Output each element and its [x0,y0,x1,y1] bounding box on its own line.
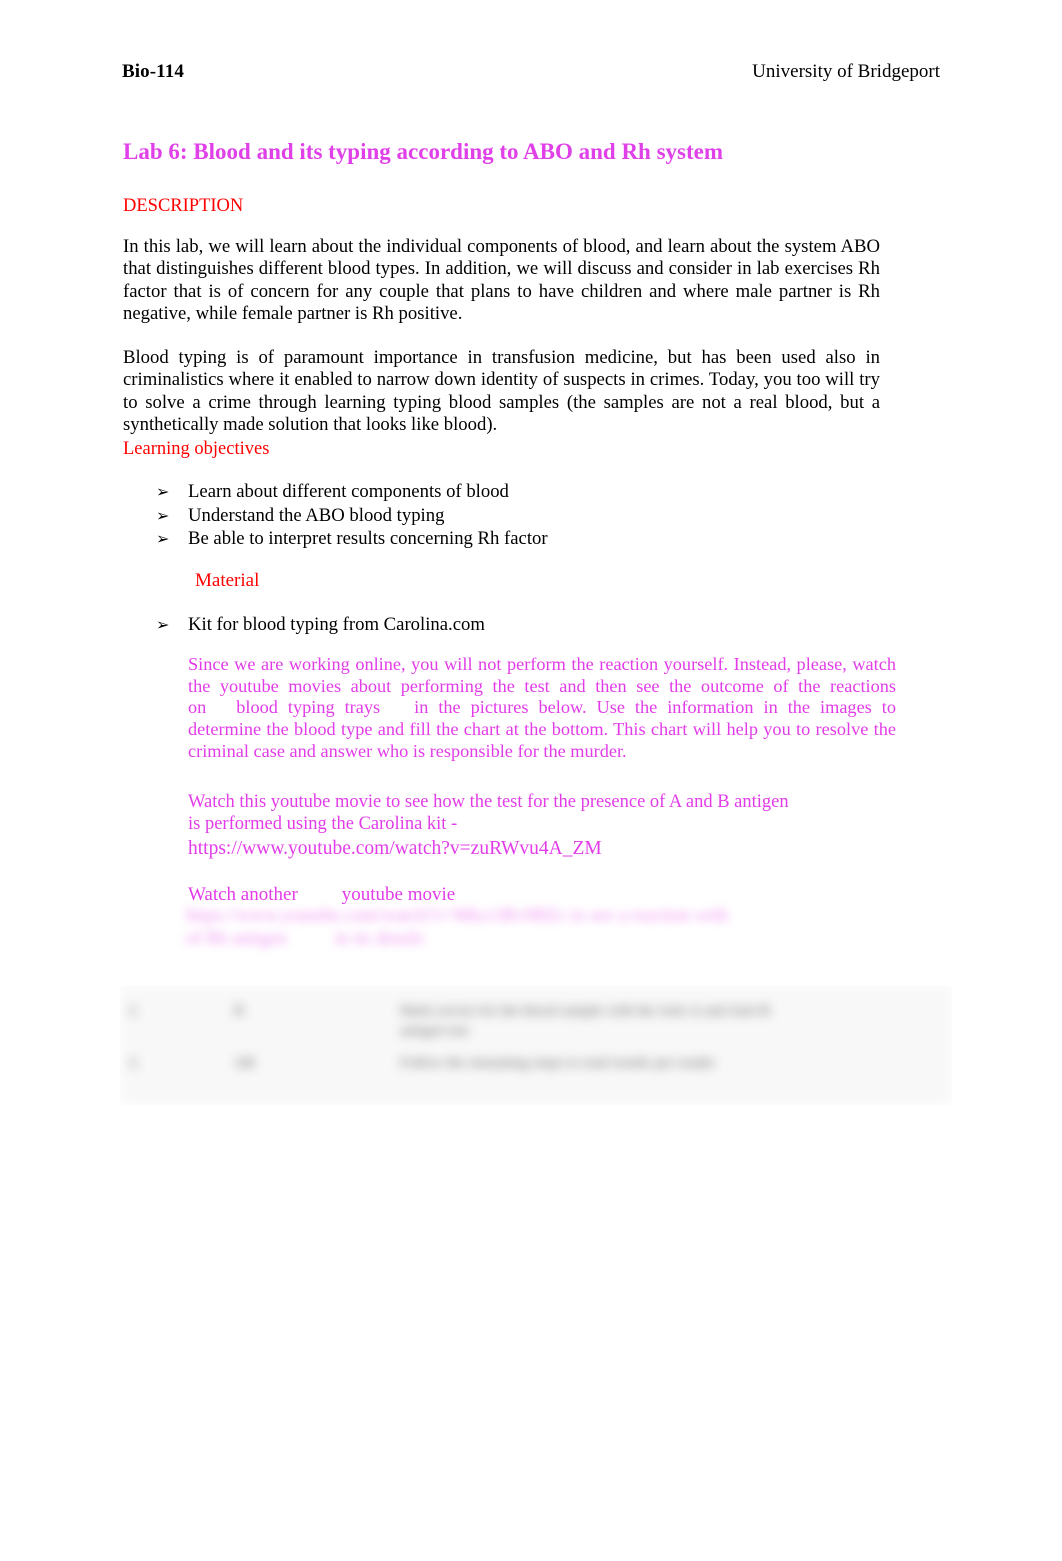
learning-objectives-list: ➢ Learn about different components of bl… [156,481,856,552]
blurred-table-region: 2. B Mark yes/no for the blood sample wi… [120,985,952,1105]
youtube-note-2-suffix: youtube movie [341,884,456,905]
list-item: ➢ Be able to interpret results concernin… [156,528,856,552]
list-item: ➢ Kit for blood typing from Carolina.com [156,614,901,638]
institution-name: University of Bridgeport [752,61,940,82]
arrow-bullet-icon: ➢ [156,531,170,549]
description-paragraph-2: Blood typing is of paramount importance … [123,346,880,436]
instruction-emphasis: blood typing trays [236,697,381,718]
table-cell-index: 2. [128,1003,140,1019]
list-item-label: Be able to interpret results concerning … [188,528,548,550]
table-cell-description-line-2: antigen test [400,1023,469,1039]
document-header: Bio-114 University of Bridgeport [122,60,940,84]
table-cell-description: Mark yes/no for the blood sample with th… [392,985,928,1047]
table-cell-description: Follow the remaining steps to read resul… [400,1055,715,1071]
blurred-link-line-2-text: of Rh antigen [186,929,287,949]
arrow-bullet-icon: ➢ [156,484,170,501]
blurred-link-line-2-tail: in its details [334,929,425,949]
arrow-bullet-icon: ➢ [156,617,170,634]
online-instruction-paragraph: Since we are working online, you will no… [188,654,896,762]
blurred-link-block[interactable]: https://www.youtube.com/watch?v=Mkcr3Rv9… [186,905,846,951]
youtube-note-1-line-1: Watch this youtube movie to see how the … [188,792,789,812]
youtube-note-1-line-2: is performed using the Carolina kit - [188,814,458,835]
blurred-link-line-1[interactable]: https://www.youtube.com/watch?v=Mkcr3Rv9… [186,906,728,926]
table-cell-index: 3. [128,1055,140,1071]
list-item-label: Understand the ABO blood typing [188,504,445,526]
youtube-note-1: Watch this youtube movie to see how the … [188,791,888,862]
youtube-link-1[interactable]: https://www.youtube.com/watch?v=zuRWvu4A… [188,836,888,862]
description-paragraph-1: In this lab, we will learn about the ind… [123,235,880,325]
blurred-table: 2. B Mark yes/no for the blood sample wi… [120,985,952,1105]
table-row: 3. AB Follow the remaining steps to read… [120,1047,952,1079]
list-item: ➢ Understand the ABO blood typing [156,505,856,529]
blurred-link-line-2[interactable]: of Rh antigen in its details [186,928,846,951]
table-cell-type: B [234,1003,245,1019]
table-cell-type: AB [234,1055,255,1071]
youtube-note-2: Watch another youtube movie [188,883,888,906]
material-list: ➢ Kit for blood typing from Carolina.com [156,614,901,638]
list-item: ➢ Learn about different components of bl… [156,481,856,505]
table-cell-points: 5 [928,985,952,1047]
table-cell-description-line-1: Mark yes/no for the blood sample with th… [400,1003,770,1019]
page-title: Lab 6: Blood and its typing according to… [123,139,724,165]
document-page: Bio-114 University of Bridgeport Lab 6: … [0,0,1062,1561]
arrow-bullet-icon: ➢ [156,507,170,525]
list-item-label: Kit for blood typing from Carolina.com [188,614,485,635]
section-heading-description: DESCRIPTION [123,196,244,216]
youtube-note-2-prefix: Watch another [188,884,298,905]
list-item-label: Learn about different components of bloo… [188,481,509,502]
section-heading-learning-objectives: Learning objectives [123,439,270,459]
table-cell-points: 5 [928,1047,952,1079]
section-heading-material: Material [195,570,260,591]
course-code: Bio-114 [122,61,184,82]
table-row: 2. B Mark yes/no for the blood sample wi… [120,985,952,1047]
